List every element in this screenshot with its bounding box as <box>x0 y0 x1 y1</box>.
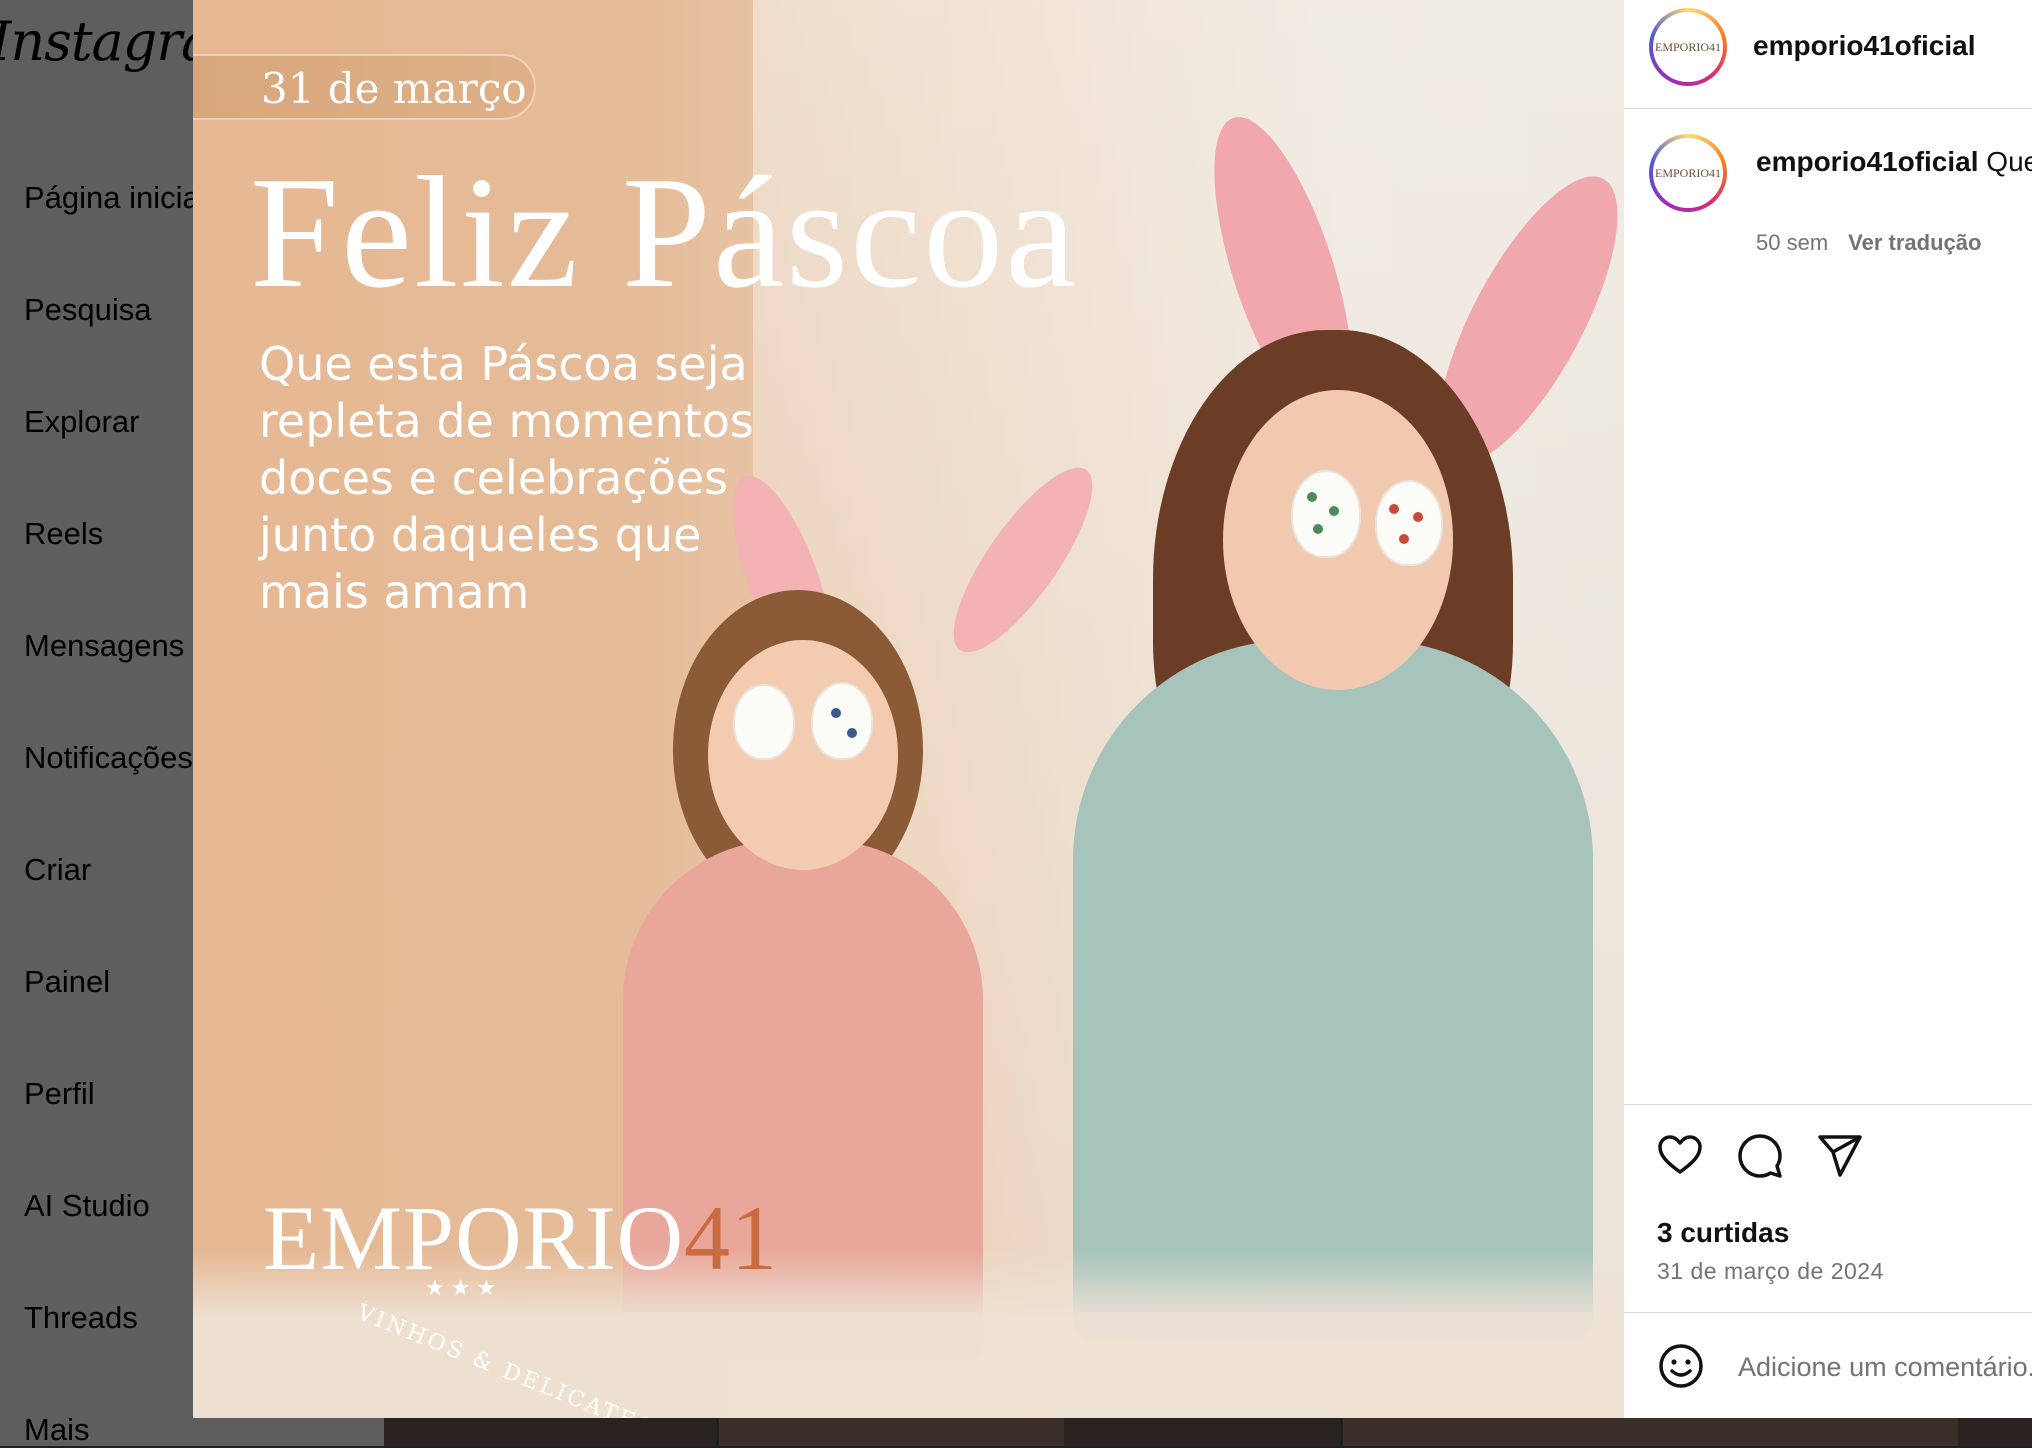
caption-meta: 50 sem Ver tradução <box>1756 230 1981 256</box>
send-icon[interactable] <box>1816 1132 1864 1180</box>
comment-input[interactable] <box>1736 1346 2032 1388</box>
sidebar-item-profile[interactable]: Perfil <box>24 1076 95 1112</box>
post-message: Que esta Páscoa seja repleta de momentos… <box>259 337 754 619</box>
avatar-logo-text: EMPORIO41 <box>1655 39 1722 54</box>
sidebar-item-dashboard[interactable]: Painel <box>24 964 110 1000</box>
heart-icon[interactable] <box>1656 1132 1704 1180</box>
caption-text: Que esta Páscoa seja um momento de celeb… <box>1986 146 2032 177</box>
date-badge: 31 de março <box>193 54 536 120</box>
sidebar-item-search[interactable]: Pesquisa <box>24 292 152 328</box>
avatar-logo-text: EMPORIO41 <box>1655 165 1722 180</box>
caption-username[interactable]: emporio41oficial <box>1756 146 1979 177</box>
brand-number: 41 <box>684 1187 779 1289</box>
divider <box>1624 1104 2032 1105</box>
sidebar-item-explore[interactable]: Explorar <box>24 404 139 440</box>
caption-avatar[interactable]: EMPORIO41 <box>1649 134 1727 212</box>
sidebar-item-home[interactable]: Página inicial <box>24 180 207 216</box>
avatar[interactable]: EMPORIO41 <box>1649 8 1727 86</box>
post-details-panel: EMPORIO41 emporio41oficial EMPORIO41 emp… <box>1624 0 2032 1418</box>
child-face <box>708 640 898 870</box>
post-age[interactable]: 50 sem <box>1756 230 1828 255</box>
brand-stars: ★★★ <box>425 1275 503 1300</box>
comment-icon[interactable] <box>1736 1132 1784 1180</box>
sidebar-item-messages[interactable]: Mensagens <box>24 628 184 664</box>
grid-thumbnail <box>716 1418 1064 1446</box>
emoji-icon[interactable] <box>1657 1342 1705 1390</box>
sidebar-item-threads[interactable]: Threads <box>24 1300 138 1336</box>
post-caption: emporio41oficial Que esta Páscoa seja um… <box>1756 144 2032 180</box>
post-headline: Feliz Páscoa <box>250 143 1079 321</box>
post-date[interactable]: 31 de março de 2024 <box>1657 1258 1884 1285</box>
grid-thumbnail <box>1340 1418 1958 1446</box>
sidebar-item-reels[interactable]: Reels <box>24 516 103 552</box>
easter-egg <box>1375 480 1443 566</box>
avatar-image: EMPORIO41 <box>1653 12 1723 82</box>
header-username[interactable]: emporio41oficial <box>1753 30 1976 62</box>
divider <box>1624 1312 2032 1313</box>
divider <box>1624 108 2032 109</box>
sidebar-item-create[interactable]: Criar <box>24 852 91 888</box>
sidebar-item-notifications[interactable]: Notificações <box>24 740 193 776</box>
easter-egg <box>1291 470 1361 558</box>
avatar-image: EMPORIO41 <box>1653 138 1723 208</box>
brand-logo: EMPORIO41 <box>263 1185 778 1291</box>
post-image[interactable]: 31 de março Feliz Páscoa Que esta Páscoa… <box>193 0 1624 1418</box>
brand-name-text: EMPORIO <box>263 1187 685 1289</box>
sidebar-item-more[interactable]: Mais <box>24 1412 89 1448</box>
sidebar-item-ai-studio[interactable]: AI Studio <box>24 1188 150 1224</box>
easter-egg <box>811 682 873 760</box>
mother-figure <box>1073 640 1593 1340</box>
see-translation-link[interactable]: Ver tradução <box>1848 230 1981 255</box>
likes-count[interactable]: 3 curtidas <box>1657 1217 1789 1249</box>
easter-egg <box>733 684 795 760</box>
